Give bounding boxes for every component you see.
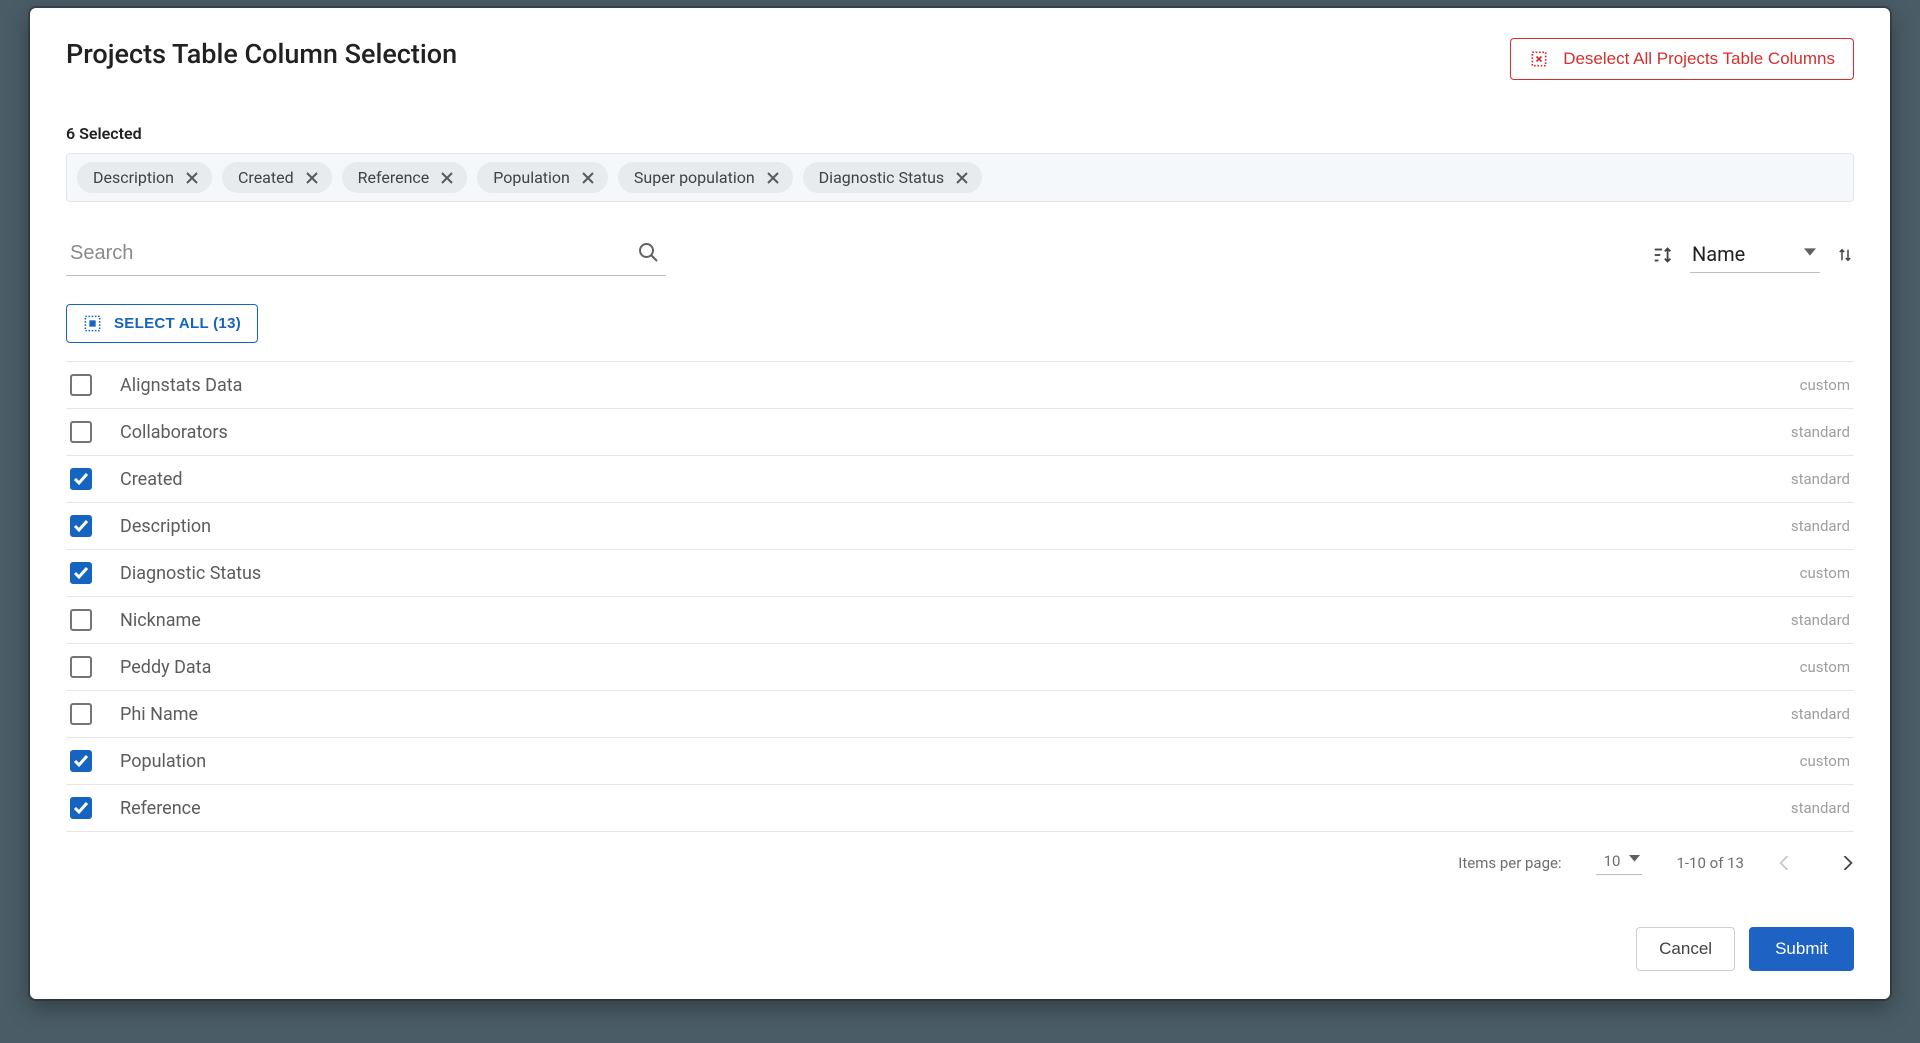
chip-remove-icon[interactable] [580,170,596,186]
column-selection-modal: Projects Table Column Selection Deselect… [30,8,1890,999]
row-type: standard [1791,705,1850,723]
row-type: custom [1800,658,1850,676]
chip-remove-icon[interactable] [304,170,320,186]
row-checkbox[interactable] [70,421,92,443]
sort-direction-toggle[interactable] [1836,246,1854,264]
caret-down-icon [1629,855,1640,862]
row-checkbox[interactable] [70,374,92,396]
chip-label: Population [493,168,570,187]
column-row[interactable]: Phi Namestandard [66,691,1854,738]
row-type: standard [1791,470,1850,488]
column-row[interactable]: Peddy Datacustom [66,644,1854,691]
modal-title: Projects Table Column Selection [66,38,457,70]
row-checkbox[interactable] [70,515,92,537]
selected-chip: Created [222,162,332,193]
column-row[interactable]: Referencestandard [66,785,1854,832]
row-checkbox[interactable] [70,703,92,725]
selected-chip: Reference [342,162,468,193]
items-per-page-select[interactable]: 10 [1596,850,1643,875]
column-row[interactable]: Createdstandard [66,456,1854,503]
row-label: Reference [120,798,1791,819]
row-checkbox[interactable] [70,750,92,772]
column-row[interactable]: Nicknamestandard [66,597,1854,644]
row-label: Nickname [120,610,1791,631]
prev-page-button[interactable] [1778,856,1792,870]
select-all-icon [83,314,102,333]
row-label: Collaborators [120,422,1791,443]
deselect-all-button[interactable]: Deselect All Projects Table Columns [1510,38,1854,80]
row-checkbox[interactable] [70,797,92,819]
row-label: Diagnostic Status [120,563,1800,584]
sort-icon [1652,244,1674,266]
selected-chips-bar: Description Created Reference Population Sup… [66,153,1854,202]
row-type: standard [1791,799,1850,817]
submit-button[interactable]: Submit [1749,927,1854,971]
column-row[interactable]: Descriptionstandard [66,503,1854,550]
chip-label: Description [93,168,174,187]
row-type: custom [1800,564,1850,582]
chip-remove-icon[interactable] [439,170,455,186]
chip-remove-icon[interactable] [184,170,200,186]
selected-chip: Description [77,162,212,193]
search-input[interactable] [66,234,666,276]
row-type: standard [1791,611,1850,629]
row-type: standard [1791,423,1850,441]
next-page-button[interactable] [1840,856,1854,870]
row-label: Population [120,751,1800,772]
selected-chip: Diagnostic Status [803,162,983,193]
column-row[interactable]: Alignstats Datacustom [66,361,1854,409]
paginator: Items per page: 10 1-10 of 13 [66,850,1854,875]
row-label: Peddy Data [120,657,1800,678]
deselect-all-label: Deselect All Projects Table Columns [1563,49,1835,69]
chip-label: Super population [634,168,755,187]
items-per-page-label: Items per page: [1458,854,1561,872]
row-checkbox[interactable] [70,656,92,678]
selected-chip: Population [477,162,608,193]
deselect-icon [1529,49,1549,69]
column-row[interactable]: Populationcustom [66,738,1854,785]
row-type: custom [1800,752,1850,770]
sort-by-select[interactable]: Name [1690,238,1820,273]
chip-label: Diagnostic Status [819,168,945,187]
row-label: Created [120,469,1791,490]
search-icon [636,240,660,264]
row-type: custom [1800,376,1850,394]
column-row[interactable]: Diagnostic Statuscustom [66,550,1854,597]
column-list: Alignstats DatacustomCollaboratorsstanda… [66,361,1854,832]
page-range: 1-10 of 13 [1676,854,1744,872]
chip-label: Created [238,168,294,187]
chip-remove-icon[interactable] [954,170,970,186]
row-checkbox[interactable] [70,468,92,490]
row-checkbox[interactable] [70,562,92,584]
column-row[interactable]: Collaboratorsstandard [66,409,1854,456]
select-all-button[interactable]: SELECT ALL (13) [66,304,258,343]
cancel-button[interactable]: Cancel [1636,927,1735,971]
row-label: Description [120,516,1791,537]
row-type: standard [1791,517,1850,535]
row-checkbox[interactable] [70,609,92,631]
row-label: Phi Name [120,704,1791,725]
row-label: Alignstats Data [120,375,1800,396]
select-all-label: SELECT ALL (13) [114,315,241,332]
chip-label: Reference [358,168,430,187]
selected-count: 6 Selected [66,124,1854,143]
selected-chip: Super population [618,162,793,193]
chip-remove-icon[interactable] [765,170,781,186]
